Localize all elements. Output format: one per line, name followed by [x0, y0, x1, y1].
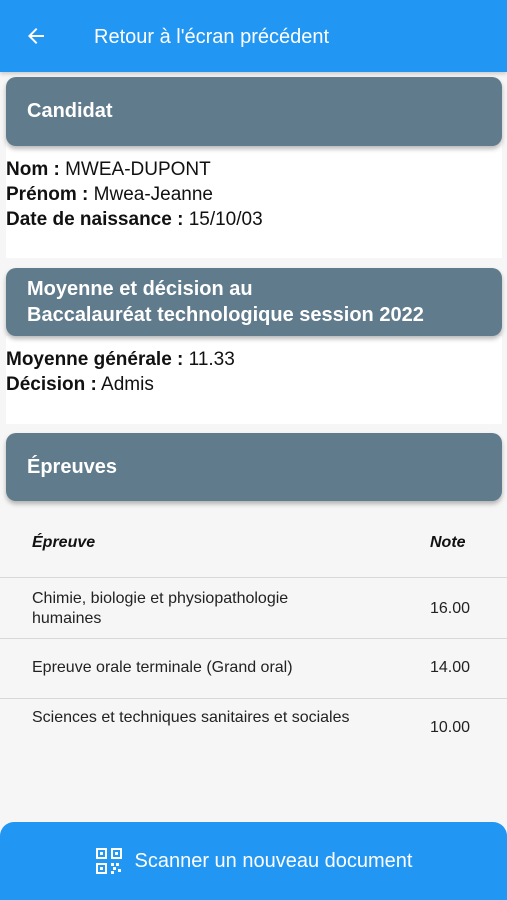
nom-label: Nom : [6, 159, 60, 180]
moyenne-title-line2: Baccalauréat technologique session 2022 [27, 304, 424, 326]
epreuve-note: 16.00 [430, 600, 471, 617]
epreuves-title: Épreuves [27, 456, 118, 478]
column-header-epreuve: Épreuve [32, 534, 96, 551]
epreuve-name: Chimie, biologie et physiopathologie hum… [32, 590, 289, 627]
prenom-label: Prénom : [6, 184, 89, 205]
app-bar: Retour à l'écran précédent [0, 0, 507, 72]
prenom-line: Prénom : Mwea-Jeanne [6, 182, 213, 207]
table-row: Sciences et techniques sanitaires et soc… [0, 698, 507, 758]
decision-label: Décision : [6, 374, 97, 395]
candidat-card: Nom : MWEA-DUPONT Prénom : Mwea-Jeanne D… [6, 140, 502, 258]
column-header-note: Note [430, 534, 466, 551]
candidat-title: Candidat [27, 100, 113, 122]
epreuve-name: Sciences et techniques sanitaires et soc… [32, 709, 350, 726]
prenom-value: Mwea-Jeanne [93, 184, 213, 205]
nom-value: MWEA-DUPONT [65, 159, 211, 180]
back-label[interactable]: Retour à l'écran précédent [94, 24, 329, 50]
moyenne-header: Moyenne et décision au Baccalauréat tech… [6, 268, 502, 336]
moyenne-title-line1: Moyenne et décision au [27, 278, 253, 300]
naissance-value: 15/10/03 [188, 209, 263, 230]
scan-new-document-button[interactable]: Scanner un nouveau document [0, 822, 507, 900]
back-button[interactable] [20, 20, 52, 52]
moyenne-value: 11.33 [188, 349, 235, 370]
moyenne-label: Moyenne générale : [6, 349, 184, 370]
arrow-left-icon [28, 28, 44, 44]
epreuve-note: 10.00 [430, 719, 471, 736]
epreuves-header: Épreuves [6, 433, 502, 501]
table-row: Chimie, biologie et physiopathologie hum… [0, 577, 507, 637]
moyenne-card: Moyenne générale : 11.33 Décision : Admi… [6, 336, 502, 424]
decision-line: Décision : Admis [6, 372, 154, 397]
epreuve-note: 14.00 [430, 659, 471, 676]
moyenne-line: Moyenne générale : 11.33 [6, 347, 235, 372]
naissance-line: Date de naissance : 15/10/03 [6, 207, 263, 232]
qr-code-icon [95, 848, 122, 874]
candidat-header: Candidat [6, 77, 502, 146]
epreuve-name: Epreuve orale terminale (Grand oral) [32, 659, 293, 676]
decision-value: Admis [101, 374, 154, 395]
scan-button-label: Scanner un nouveau document [134, 849, 413, 872]
table-row: Epreuve orale terminale (Grand oral) 14.… [0, 638, 507, 698]
naissance-label: Date de naissance : [6, 209, 184, 230]
nom-line: Nom : MWEA-DUPONT [6, 157, 211, 182]
